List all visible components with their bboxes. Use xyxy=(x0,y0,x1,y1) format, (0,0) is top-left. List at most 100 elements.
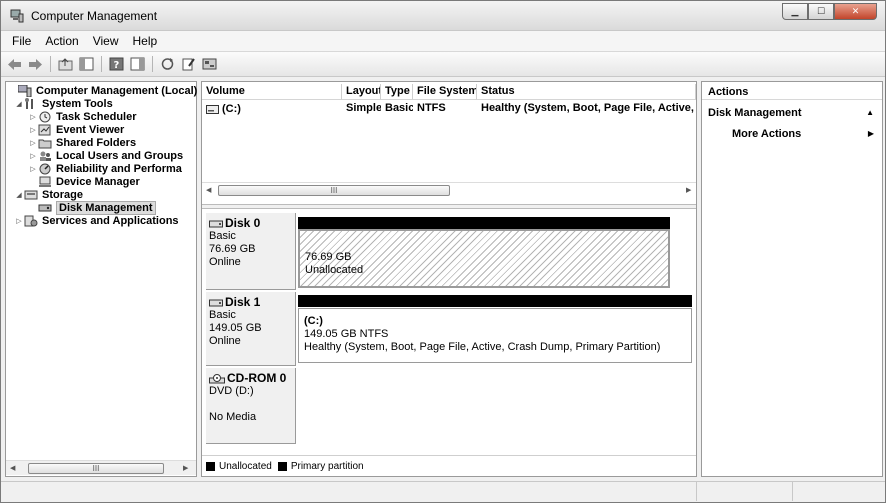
expand-triangle-icon[interactable]: ▷ xyxy=(28,165,38,173)
close-button[interactable]: ✕ xyxy=(834,3,877,20)
computer-management-icon xyxy=(18,84,32,97)
properties-icon xyxy=(182,58,195,71)
disk-settings-icon xyxy=(202,58,217,70)
column-header-file-system[interactable]: File System xyxy=(413,84,477,100)
collapse-triangle-icon[interactable]: ◢ xyxy=(14,191,24,199)
tree-item-system-tools[interactable]: ◢ System Tools xyxy=(14,97,113,110)
tree-item-storage[interactable]: ◢ Storage xyxy=(14,188,83,201)
scroll-right-icon[interactable]: ▶ xyxy=(183,464,188,472)
tree-item-computer-management[interactable]: Computer Management (Local) xyxy=(8,84,197,97)
disk-1-info[interactable]: Disk 1 Basic 149.05 GB Online xyxy=(206,292,296,366)
refresh-icon xyxy=(161,58,174,70)
action-pane-button[interactable] xyxy=(129,56,146,73)
expand-triangle-icon[interactable]: ▷ xyxy=(28,126,38,134)
legend: Unallocated Primary partition xyxy=(202,455,696,476)
disk-icon xyxy=(209,299,223,306)
help-button[interactable]: ? xyxy=(108,56,125,73)
forward-button[interactable] xyxy=(27,56,44,73)
up-folder-button[interactable] xyxy=(57,56,74,73)
status-pane-main xyxy=(1,482,697,501)
scroll-thumb[interactable]: III xyxy=(28,463,164,474)
properties-button[interactable] xyxy=(180,56,197,73)
refresh-button[interactable] xyxy=(159,56,176,73)
disk-name: Disk 0 xyxy=(225,216,261,230)
collapse-up-icon[interactable]: ▲ xyxy=(866,104,874,122)
device-manager-icon xyxy=(38,176,52,188)
cdrom-0-info[interactable]: CD-ROM 0 DVD (D:) No Media xyxy=(206,368,296,444)
scroll-right-icon[interactable]: ▶ xyxy=(686,186,691,194)
tree-item-label: System Tools xyxy=(42,97,113,110)
tree-item-local-users-groups[interactable]: ▷ Local Users and Groups xyxy=(28,149,183,162)
collapse-triangle-icon[interactable]: ◢ xyxy=(14,100,24,108)
minimize-button[interactable]: ▁ xyxy=(782,3,808,20)
help-icon: ? xyxy=(109,57,124,71)
expand-triangle-icon[interactable]: ▷ xyxy=(28,152,38,160)
scroll-left-icon[interactable]: ◀ xyxy=(206,186,211,194)
disk-icon xyxy=(209,220,223,227)
column-header-type[interactable]: Type xyxy=(381,84,413,100)
disk-type: Basic xyxy=(209,309,236,321)
menu-action[interactable]: Action xyxy=(38,34,85,48)
scroll-thumb[interactable]: III xyxy=(218,185,450,196)
expand-triangle-icon[interactable]: ▷ xyxy=(28,139,38,147)
status-pane-2 xyxy=(697,482,793,501)
type-cell: Basic xyxy=(385,102,413,114)
disk-0-info[interactable]: Disk 0 Basic 76.69 GB Online xyxy=(206,213,296,290)
tree-item-services-applications[interactable]: ▷ Services and Applications xyxy=(14,214,178,227)
tree-horizontal-scrollbar[interactable]: ◀ III ▶ xyxy=(6,460,196,475)
disk-name: Disk 1 xyxy=(225,295,261,309)
tree-item-task-scheduler[interactable]: ▷ Task Scheduler xyxy=(28,110,136,123)
tree-item-label: Reliability and Performa xyxy=(56,162,182,175)
column-header-volume[interactable]: Volume xyxy=(202,84,342,100)
back-button[interactable] xyxy=(6,56,23,73)
computer-management-window: Computer Management ▁ ☐ ✕ File Action Vi… xyxy=(0,0,886,503)
disk-size: 76.69 GB xyxy=(209,243,256,255)
expand-triangle-icon[interactable]: ▷ xyxy=(14,217,24,225)
file-system-cell: NTFS xyxy=(417,102,446,114)
tree-item-disk-management[interactable]: Disk Management xyxy=(38,200,156,215)
disk-1-c-partition[interactable]: (C:) 149.05 GB NTFS Healthy (System, Boo… xyxy=(298,308,692,363)
title-bar[interactable]: Computer Management ▁ ☐ ✕ xyxy=(1,1,885,31)
tree-item-device-manager[interactable]: Device Manager xyxy=(38,175,140,188)
toolbar: ? xyxy=(1,52,885,77)
menu-help[interactable]: Help xyxy=(126,34,165,48)
show-hide-tree-button[interactable] xyxy=(78,56,95,73)
menu-bar: File Action View Help xyxy=(1,31,885,52)
disk-0-unallocated-partition[interactable]: 76.69 GB Unallocated xyxy=(298,229,670,288)
column-header-layout[interactable]: Layout xyxy=(342,84,381,100)
expand-triangle-icon[interactable]: ▷ xyxy=(28,113,38,121)
maximize-button[interactable]: ☐ xyxy=(808,3,834,20)
toolbar-separator xyxy=(152,56,153,72)
cd-drive-icon xyxy=(209,373,225,383)
unallocated-swatch xyxy=(206,461,215,471)
tree-item-reliability-performance[interactable]: ▷ Reliability and Performa xyxy=(28,162,182,175)
tree-item-event-viewer[interactable]: ▷ Event Viewer xyxy=(28,123,124,136)
graphical-disk-view: Disk 0 Basic 76.69 GB Online 76.69 GB Un… xyxy=(202,209,696,455)
submenu-arrow-icon: ▶ xyxy=(867,129,874,138)
volume-horizontal-scrollbar[interactable]: ◀ III ▶ xyxy=(202,182,696,197)
scroll-left-icon[interactable]: ◀ xyxy=(10,464,15,472)
status-bar xyxy=(1,481,885,502)
volume-name: (C:) xyxy=(222,103,241,115)
column-header-status[interactable]: Status xyxy=(477,84,696,100)
tree-item-label: Disk Management xyxy=(56,200,156,215)
forward-icon xyxy=(29,58,42,70)
window-title: Computer Management xyxy=(31,9,158,23)
disk-settings-button[interactable] xyxy=(201,56,218,73)
menu-file[interactable]: File xyxy=(5,34,38,48)
tools-icon xyxy=(24,97,38,110)
more-actions-item[interactable]: More Actions ▶ xyxy=(702,126,882,142)
tree-item-shared-folders[interactable]: ▷ Shared Folders xyxy=(28,136,136,149)
back-icon xyxy=(8,58,21,70)
tree-item-label: Computer Management (Local) xyxy=(36,84,198,97)
layout-cell: Simple xyxy=(346,102,381,114)
disk-name: CD-ROM 0 xyxy=(227,371,287,385)
actions-section-disk-management[interactable]: Disk Management ▲ xyxy=(702,104,882,122)
menu-view[interactable]: View xyxy=(86,34,126,48)
up-folder-icon xyxy=(58,58,73,71)
legend-primary-partition: Primary partition xyxy=(290,460,364,472)
toolbar-separator xyxy=(101,56,102,72)
unallocated-bar xyxy=(298,217,670,229)
primary-partition-bar xyxy=(298,295,692,307)
tree-item-label: Shared Folders xyxy=(56,136,137,149)
